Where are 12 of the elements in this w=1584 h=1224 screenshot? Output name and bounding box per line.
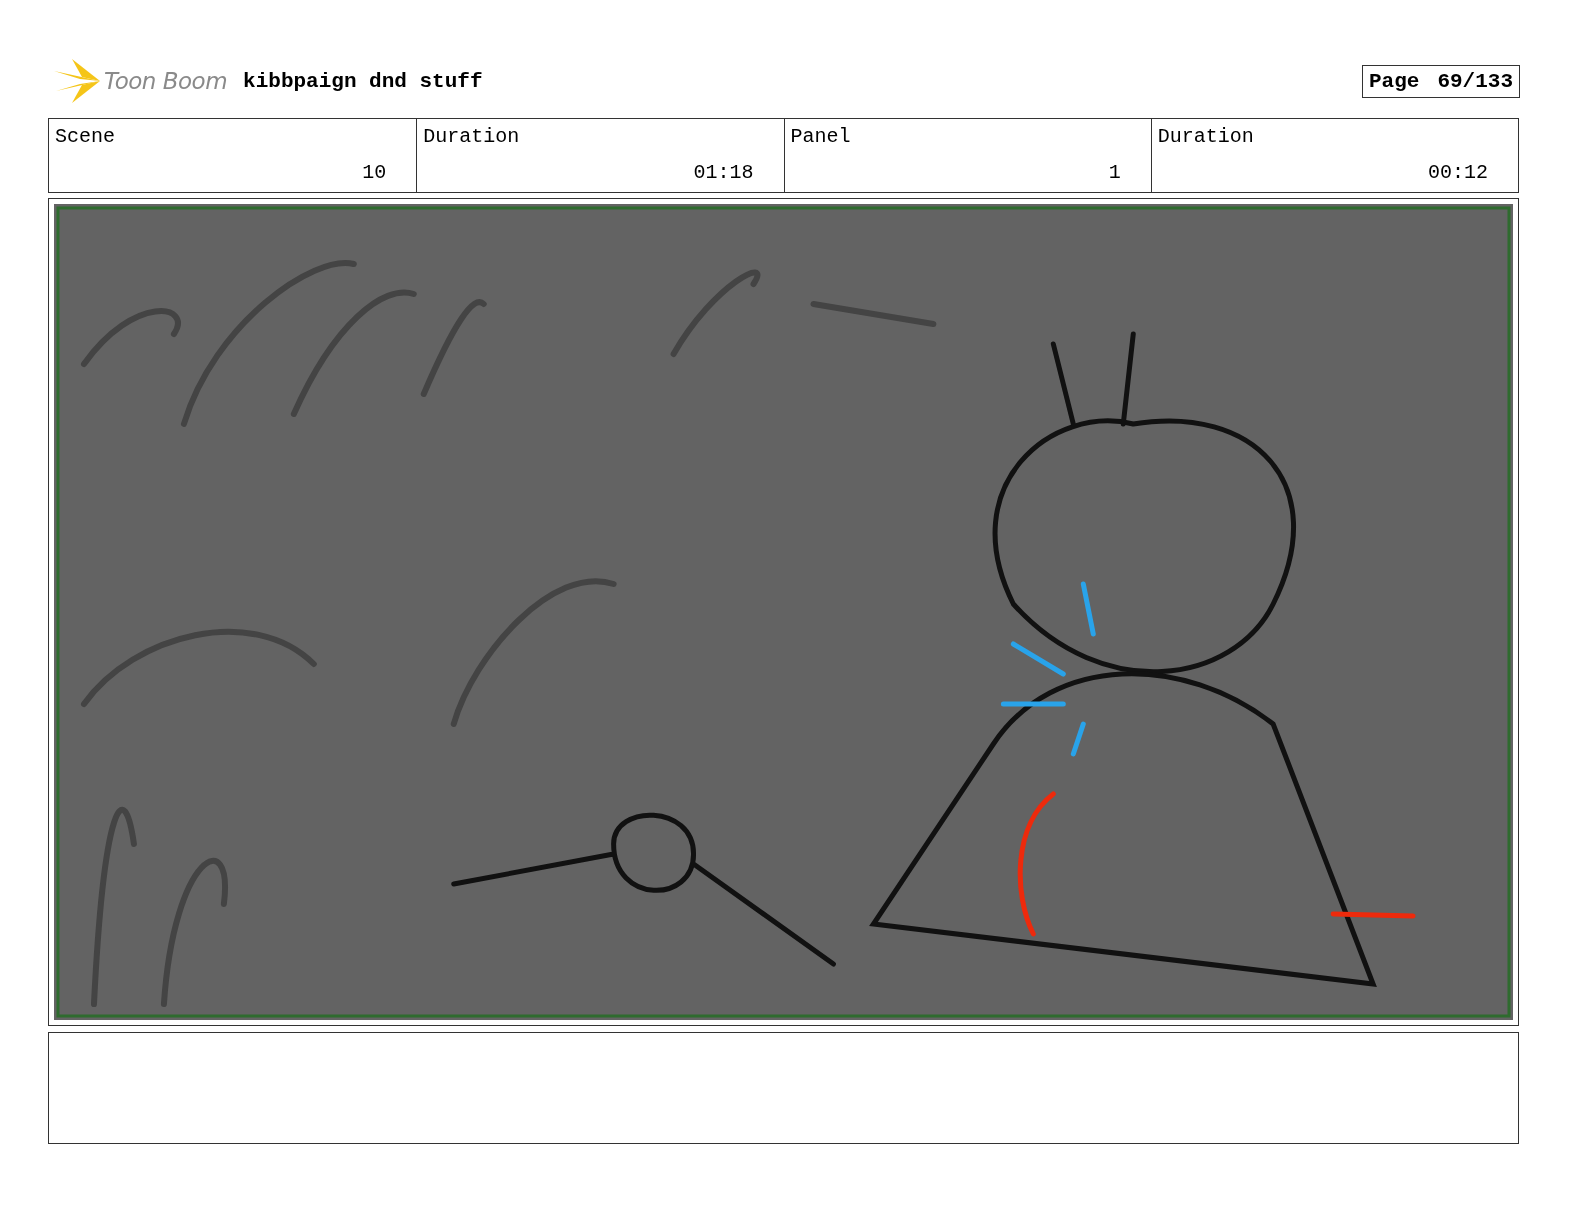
info-value: 10 [361, 161, 388, 184]
page-label: Page [1368, 69, 1420, 93]
logo-text: Toon Boom [104, 68, 228, 94]
info-label: Duration [423, 125, 521, 148]
info-label: Panel [790, 125, 852, 148]
info-value: 00:12 [1427, 161, 1489, 184]
page-number: 69/133 [1437, 69, 1513, 93]
project-title: kibbpaign dnd stuff [243, 69, 483, 93]
info-value: 01:18 [692, 161, 755, 184]
info-label: Scene [55, 125, 116, 148]
info-label: Duration [1157, 125, 1255, 148]
info-value: 1 [1107, 161, 1122, 184]
